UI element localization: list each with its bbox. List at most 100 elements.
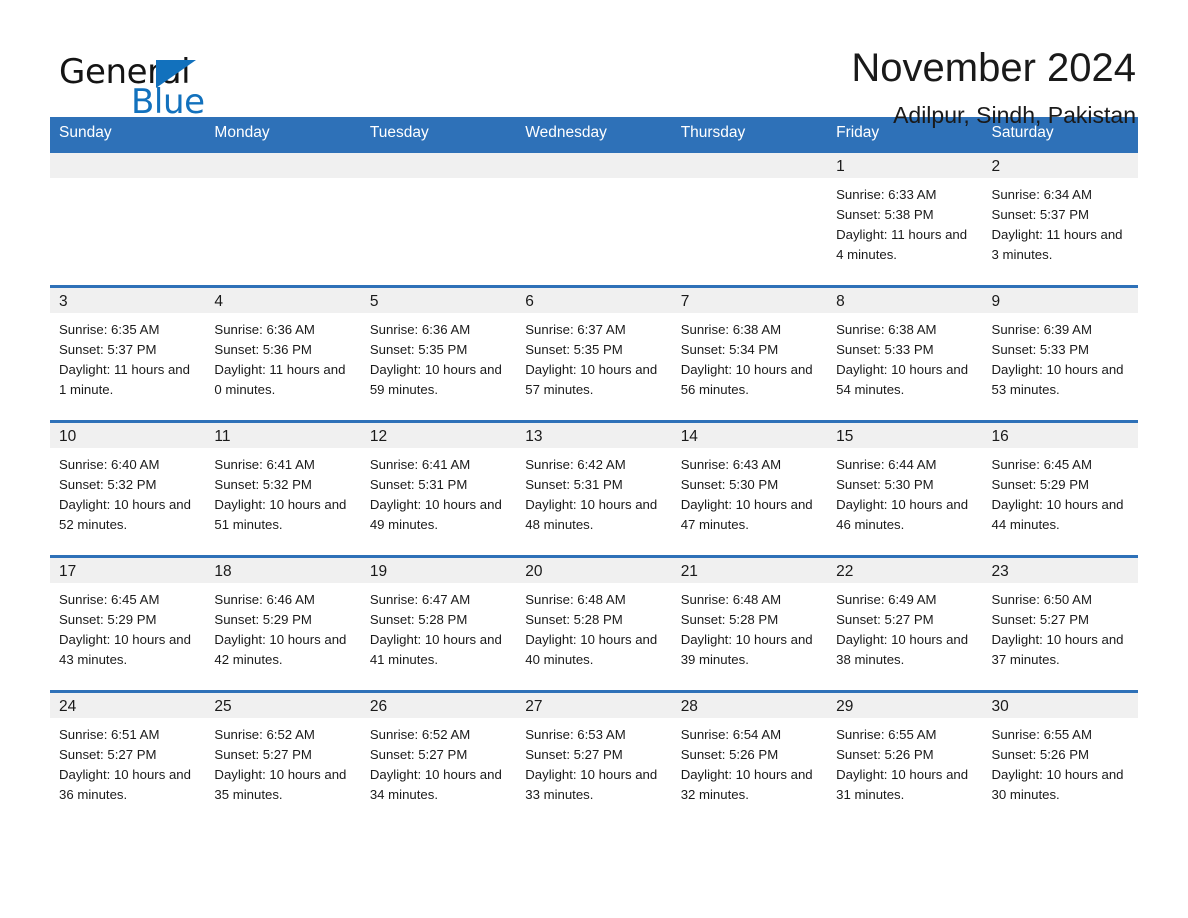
daylight-text: Daylight: 10 hours and 37 minutes. bbox=[991, 632, 1124, 667]
calendar-day-cell[interactable]: 5 Sunrise: 6:36 AM Sunset: 5:35 PM Daylight… bbox=[360, 285, 517, 422]
calendar-day-cell[interactable]: 30 Sunrise: 6:55 AM Sunset: 5:26 PM Dayligh… bbox=[982, 690, 1138, 825]
sunrise-text: Sunrise: 6:51 AM bbox=[59, 727, 160, 742]
calendar-day-cell[interactable]: 13 Sunrise: 6:42 AM Sunset: 5:31 PM Dayligh… bbox=[516, 420, 672, 557]
sunset-text: Sunset: 5:31 PM bbox=[525, 477, 623, 492]
daylight-text: Daylight: 10 hours and 47 minutes. bbox=[680, 497, 813, 532]
sunrise-text: Sunrise: 6:35 AM bbox=[59, 322, 160, 337]
day-box bbox=[50, 153, 206, 285]
brand-logo[interactable]: General Blue bbox=[50, 44, 250, 122]
day-number: 2 bbox=[982, 153, 1138, 178]
page-masthead: General Blue November 2024 Adilpur, Sind… bbox=[50, 0, 1138, 128]
calendar-day-cell[interactable]: 24 Sunrise: 6:51 AM Sunset: 5:27 PM Dayligh… bbox=[50, 690, 206, 825]
day-box: 25 Sunrise: 6:52 AM Sunset: 5:27 PM Dayligh… bbox=[205, 693, 361, 825]
day-box: 5 Sunrise: 6:36 AM Sunset: 5:35 PM Daylight… bbox=[360, 288, 517, 420]
daylight-text: Daylight: 10 hours and 43 minutes. bbox=[59, 632, 191, 667]
sunset-text: Sunset: 5:29 PM bbox=[214, 612, 312, 627]
calendar-empty-cell bbox=[50, 150, 206, 287]
calendar-day-cell[interactable]: 22 Sunrise: 6:49 AM Sunset: 5:27 PM Dayligh… bbox=[827, 555, 983, 692]
day-box: 1 Sunrise: 6:33 AM Sunset: 5:38 PM Daylight… bbox=[827, 153, 983, 285]
calendar-day-cell[interactable]: 8 Sunrise: 6:38 AM Sunset: 5:33 PM Daylight… bbox=[827, 285, 983, 422]
calendar-day-cell[interactable]: 10 Sunrise: 6:40 AM Sunset: 5:32 PM Dayligh… bbox=[50, 420, 206, 557]
calendar-day-cell[interactable]: 15 Sunrise: 6:44 AM Sunset: 5:30 PM Dayligh… bbox=[827, 420, 983, 557]
sunrise-text: Sunrise: 6:33 AM bbox=[836, 187, 937, 202]
calendar-empty-cell bbox=[360, 150, 517, 287]
calendar-day-cell[interactable]: 3 Sunrise: 6:35 AM Sunset: 5:37 PM Daylight… bbox=[50, 285, 206, 422]
weekday-header-sunday: Sunday bbox=[50, 117, 206, 152]
day-box: 13 Sunrise: 6:42 AM Sunset: 5:31 PM Dayligh… bbox=[516, 423, 672, 555]
calendar-day-cell[interactable]: 18 Sunrise: 6:46 AM Sunset: 5:29 PM Dayligh… bbox=[205, 555, 361, 692]
day-number: 12 bbox=[360, 423, 517, 448]
day-number: 27 bbox=[516, 693, 672, 718]
calendar-day-cell[interactable]: 29 Sunrise: 6:55 AM Sunset: 5:26 PM Dayligh… bbox=[827, 690, 983, 825]
day-sun-info: Sunrise: 6:52 AM Sunset: 5:27 PM Daylight:… bbox=[205, 718, 360, 805]
day-box: 12 Sunrise: 6:41 AM Sunset: 5:31 PM Dayligh… bbox=[360, 423, 517, 555]
day-sun-info: Sunrise: 6:41 AM Sunset: 5:32 PM Daylight:… bbox=[205, 448, 360, 535]
calendar-day-cell[interactable]: 23 Sunrise: 6:50 AM Sunset: 5:27 PM Dayligh… bbox=[982, 555, 1138, 692]
weekday-header-monday: Monday bbox=[205, 117, 361, 152]
sunrise-text: Sunrise: 6:53 AM bbox=[525, 727, 626, 742]
day-box bbox=[516, 153, 672, 285]
sunrise-text: Sunrise: 6:37 AM bbox=[525, 322, 626, 337]
day-number: 3 bbox=[50, 288, 206, 313]
day-number: 19 bbox=[360, 558, 517, 583]
day-sun-info: Sunrise: 6:34 AM Sunset: 5:37 PM Daylight:… bbox=[983, 178, 1138, 265]
day-sun-info: Sunrise: 6:52 AM Sunset: 5:27 PM Daylight:… bbox=[361, 718, 516, 805]
sunset-text: Sunset: 5:26 PM bbox=[680, 747, 779, 762]
day-sun-info: Sunrise: 6:41 AM Sunset: 5:31 PM Daylight:… bbox=[361, 448, 516, 535]
calendar-body: 1 Sunrise: 6:33 AM Sunset: 5:38 PM Daylight… bbox=[50, 150, 1138, 825]
calendar-day-cell[interactable]: 26 Sunrise: 6:52 AM Sunset: 5:27 PM Dayligh… bbox=[360, 690, 517, 825]
sunrise-text: Sunrise: 6:38 AM bbox=[680, 322, 782, 337]
day-sun-info: Sunrise: 6:36 AM Sunset: 5:36 PM Daylight:… bbox=[205, 313, 360, 400]
daylight-text: Daylight: 10 hours and 52 minutes. bbox=[59, 497, 191, 532]
calendar-day-cell[interactable]: 28 Sunrise: 6:54 AM Sunset: 5:26 PM Dayligh… bbox=[671, 690, 828, 825]
day-number: 23 bbox=[982, 558, 1138, 583]
day-number: 9 bbox=[982, 288, 1138, 313]
sunset-text: Sunset: 5:36 PM bbox=[214, 342, 312, 357]
calendar-day-cell[interactable]: 25 Sunrise: 6:52 AM Sunset: 5:27 PM Dayligh… bbox=[205, 690, 361, 825]
calendar-day-cell[interactable]: 9 Sunrise: 6:39 AM Sunset: 5:33 PM Daylight… bbox=[982, 285, 1138, 422]
sunrise-text: Sunrise: 6:38 AM bbox=[836, 322, 937, 337]
day-box bbox=[360, 153, 517, 285]
daylight-text: Daylight: 10 hours and 30 minutes. bbox=[991, 767, 1124, 802]
day-number: 18 bbox=[205, 558, 361, 583]
sunset-text: Sunset: 5:33 PM bbox=[836, 342, 934, 357]
calendar-day-cell[interactable]: 6 Sunrise: 6:37 AM Sunset: 5:35 PM Daylight… bbox=[516, 285, 672, 422]
calendar-day-cell[interactable]: 11 Sunrise: 6:41 AM Sunset: 5:32 PM Dayligh… bbox=[205, 420, 361, 557]
calendar-day-cell[interactable]: 12 Sunrise: 6:41 AM Sunset: 5:31 PM Dayligh… bbox=[360, 420, 517, 557]
daylight-text: Daylight: 10 hours and 59 minutes. bbox=[369, 362, 502, 397]
calendar-day-cell[interactable]: 27 Sunrise: 6:53 AM Sunset: 5:27 PM Dayligh… bbox=[516, 690, 672, 825]
calendar-day-cell[interactable]: 4 Sunrise: 6:36 AM Sunset: 5:36 PM Daylight… bbox=[205, 285, 361, 422]
calendar-day-cell[interactable]: 7 Sunrise: 6:38 AM Sunset: 5:34 PM Daylight… bbox=[671, 285, 828, 422]
calendar-day-cell[interactable]: 2 Sunrise: 6:34 AM Sunset: 5:37 PM Daylight… bbox=[982, 150, 1138, 287]
sunrise-text: Sunrise: 6:36 AM bbox=[214, 322, 315, 337]
calendar-day-cell[interactable]: 21 Sunrise: 6:48 AM Sunset: 5:28 PM Dayligh… bbox=[671, 555, 828, 692]
calendar-day-cell[interactable]: 20 Sunrise: 6:48 AM Sunset: 5:28 PM Dayligh… bbox=[516, 555, 672, 692]
day-number bbox=[205, 153, 361, 178]
daylight-text: Daylight: 10 hours and 40 minutes. bbox=[525, 632, 658, 667]
daylight-text: Daylight: 10 hours and 39 minutes. bbox=[680, 632, 813, 667]
calendar-day-cell[interactable]: 14 Sunrise: 6:43 AM Sunset: 5:30 PM Dayligh… bbox=[671, 420, 828, 557]
day-sun-info: Sunrise: 6:40 AM Sunset: 5:32 PM Daylight:… bbox=[50, 448, 205, 535]
sunrise-text: Sunrise: 6:46 AM bbox=[214, 592, 315, 607]
sunset-text: Sunset: 5:32 PM bbox=[59, 477, 157, 492]
daylight-text: Daylight: 11 hours and 3 minutes. bbox=[991, 227, 1123, 262]
calendar-day-cell[interactable]: 1 Sunrise: 6:33 AM Sunset: 5:38 PM Daylight… bbox=[827, 150, 983, 287]
calendar-day-cell[interactable]: 19 Sunrise: 6:47 AM Sunset: 5:28 PM Dayligh… bbox=[360, 555, 517, 692]
calendar-empty-cell bbox=[205, 150, 361, 287]
day-box: 3 Sunrise: 6:35 AM Sunset: 5:37 PM Daylight… bbox=[50, 288, 206, 420]
sunrise-text: Sunrise: 6:45 AM bbox=[991, 457, 1092, 472]
daylight-text: Daylight: 10 hours and 32 minutes. bbox=[680, 767, 813, 802]
sunset-text: Sunset: 5:28 PM bbox=[525, 612, 623, 627]
daylight-text: Daylight: 10 hours and 54 minutes. bbox=[836, 362, 969, 397]
calendar-day-cell[interactable]: 17 Sunrise: 6:45 AM Sunset: 5:29 PM Dayligh… bbox=[50, 555, 206, 692]
day-number: 15 bbox=[827, 423, 983, 448]
day-sun-info: Sunrise: 6:47 AM Sunset: 5:28 PM Daylight:… bbox=[361, 583, 516, 670]
sunset-text: Sunset: 5:34 PM bbox=[680, 342, 779, 357]
sunrise-text: Sunrise: 6:36 AM bbox=[369, 322, 471, 337]
sunrise-text: Sunrise: 6:41 AM bbox=[214, 457, 315, 472]
sunset-text: Sunset: 5:30 PM bbox=[836, 477, 934, 492]
day-box: 7 Sunrise: 6:38 AM Sunset: 5:34 PM Daylight… bbox=[671, 288, 828, 420]
calendar-day-cell[interactable]: 16 Sunrise: 6:45 AM Sunset: 5:29 PM Dayligh… bbox=[982, 420, 1138, 557]
sunset-text: Sunset: 5:27 PM bbox=[836, 612, 934, 627]
day-number: 5 bbox=[360, 288, 517, 313]
